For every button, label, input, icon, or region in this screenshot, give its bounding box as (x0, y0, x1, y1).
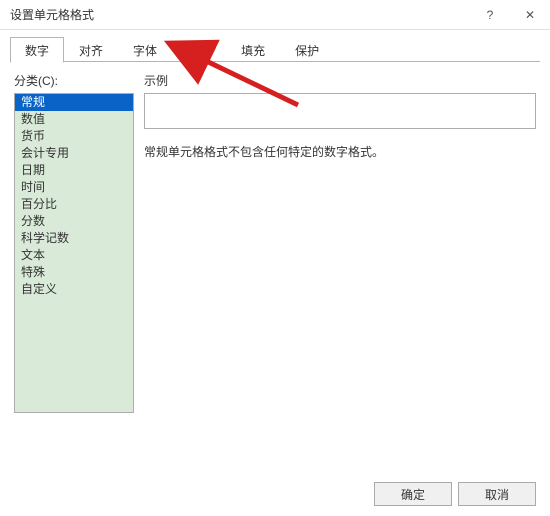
tab-3[interactable]: 边框 (172, 37, 226, 63)
titlebar: 设置单元格格式 ? ✕ (0, 0, 550, 30)
cancel-button[interactable]: 取消 (458, 482, 536, 506)
dialog-footer: 确定 取消 (374, 482, 536, 506)
format-description: 常规单元格格式不包含任何特定的数字格式。 (144, 143, 536, 160)
sample-label: 示例 (144, 72, 536, 89)
tab-label: 边框 (187, 44, 211, 58)
list-item[interactable]: 数值 (15, 111, 133, 128)
list-item[interactable]: 会计专用 (15, 145, 133, 162)
list-item[interactable]: 时间 (15, 179, 133, 196)
help-button[interactable]: ? (470, 0, 510, 30)
tab-label: 对齐 (79, 44, 103, 58)
tab-5[interactable]: 保护 (280, 37, 334, 63)
list-item[interactable]: 自定义 (15, 281, 133, 298)
category-label: 分类(C): (14, 72, 134, 89)
tab-2[interactable]: 字体 (118, 37, 172, 63)
category-listbox[interactable]: 常规数值货币会计专用日期时间百分比分数科学记数文本特殊自定义 (14, 93, 134, 413)
tab-bar: 数字 对齐 字体 边框 填充 保护 (10, 36, 540, 62)
sample-box (144, 93, 536, 129)
list-item[interactable]: 日期 (15, 162, 133, 179)
tab-4[interactable]: 填充 (226, 37, 280, 63)
tab-label: 保护 (295, 44, 319, 58)
help-icon: ? (487, 8, 494, 22)
list-item[interactable]: 百分比 (15, 196, 133, 213)
list-item[interactable]: 货币 (15, 128, 133, 145)
detail-column: 示例 常规单元格格式不包含任何特定的数字格式。 (144, 72, 536, 413)
tab-0[interactable]: 数字 (10, 37, 64, 63)
tab-label: 字体 (133, 44, 157, 58)
close-button[interactable]: ✕ (510, 0, 550, 30)
tab-label: 填充 (241, 44, 265, 58)
close-icon: ✕ (525, 8, 535, 22)
tab-1[interactable]: 对齐 (64, 37, 118, 63)
list-item[interactable]: 特殊 (15, 264, 133, 281)
list-item[interactable]: 常规 (15, 94, 133, 111)
content-area: 分类(C): 常规数值货币会计专用日期时间百分比分数科学记数文本特殊自定义 示例… (0, 62, 550, 413)
list-item[interactable]: 分数 (15, 213, 133, 230)
list-item[interactable]: 文本 (15, 247, 133, 264)
ok-button[interactable]: 确定 (374, 482, 452, 506)
category-column: 分类(C): 常规数值货币会计专用日期时间百分比分数科学记数文本特殊自定义 (14, 72, 134, 413)
list-item[interactable]: 科学记数 (15, 230, 133, 247)
tab-label: 数字 (25, 44, 49, 58)
window-title: 设置单元格格式 (10, 6, 470, 23)
